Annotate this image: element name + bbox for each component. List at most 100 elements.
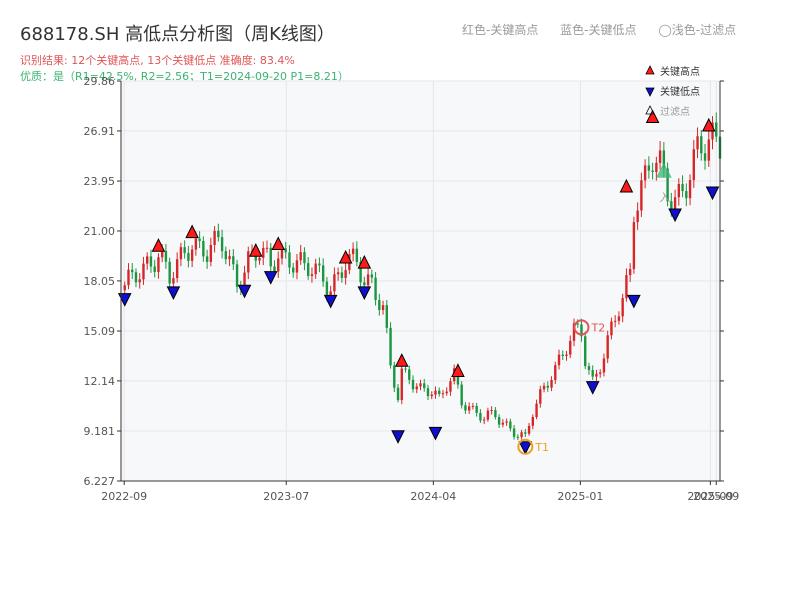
y-tick-label: 6.227: [84, 475, 116, 488]
candle-body: [595, 373, 598, 377]
candle-body: [647, 165, 651, 171]
candle-body: [265, 247, 269, 249]
candle-body: [535, 403, 538, 418]
candle-body: [554, 365, 557, 380]
candle-body: [449, 381, 452, 392]
candle-body: [655, 162, 658, 173]
candle-body: [224, 251, 228, 260]
candle-body: [183, 247, 186, 254]
candle-body: [202, 240, 205, 257]
candle-body: [146, 256, 149, 264]
x-tick-label: 2022-09: [101, 490, 147, 503]
candle-body: [381, 305, 385, 311]
candle-body: [490, 410, 493, 412]
legend-low-label: 关键低点: [660, 85, 700, 98]
x-tick-label: 2025-09: [693, 490, 739, 503]
candle-body: [333, 274, 336, 292]
candle-body: [321, 265, 325, 282]
candle-body: [606, 335, 609, 359]
candle-body: [685, 191, 688, 199]
legend-high-icon: [645, 65, 655, 75]
candle-body: [400, 368, 403, 401]
candle-body: [688, 180, 692, 199]
y-tick-label: 9.181: [84, 425, 116, 438]
candle-body: [482, 419, 486, 421]
candle-body: [494, 410, 497, 418]
candle-body: [404, 368, 407, 370]
candle-body: [542, 385, 546, 390]
candle-body: [441, 393, 445, 395]
candle-body: [232, 256, 235, 265]
candle-body: [651, 170, 654, 173]
candle-body: [707, 139, 710, 161]
candle-body: [715, 122, 718, 137]
candle-body: [625, 275, 628, 299]
candle-body: [131, 269, 134, 273]
candle-body: [142, 263, 145, 280]
candle-body: [576, 323, 579, 325]
candle-body: [505, 421, 508, 423]
candle-body: [610, 321, 613, 336]
candle-body: [445, 391, 448, 394]
candle-body: [273, 266, 276, 272]
candle-body: [516, 436, 520, 438]
x-tick-label: 2023-07: [263, 490, 309, 503]
candle-body: [363, 282, 366, 286]
candle-body: [599, 372, 602, 374]
candle-body: [303, 252, 306, 264]
candle-body: [378, 300, 381, 311]
candle-body: [670, 201, 673, 209]
candle-body: [374, 277, 377, 301]
y-tick-label: 12.14: [84, 375, 116, 388]
candle-body: [134, 272, 138, 283]
candle-body: [673, 197, 677, 209]
candle-body: [366, 274, 370, 286]
candle-body: [160, 251, 164, 258]
candle-body: [419, 383, 422, 387]
candle-body: [524, 432, 527, 434]
candle-body: [438, 390, 441, 395]
candle-body: [168, 261, 171, 284]
y-tick-label: 15.09: [84, 325, 116, 338]
x-tick-label: 2024-04: [410, 490, 456, 503]
candle-body: [262, 248, 265, 258]
candle-body: [640, 180, 643, 211]
candle-body: [546, 385, 549, 388]
candle-body: [426, 388, 430, 397]
candle-body: [527, 425, 531, 434]
candle-body: [172, 278, 175, 284]
y-tick-label: 23.95: [84, 175, 116, 188]
candle-body: [336, 272, 340, 275]
candle-body: [479, 412, 482, 421]
candle-body: [295, 260, 299, 273]
candle-body: [636, 210, 639, 223]
y-tick-label: 26.91: [84, 125, 116, 138]
candle-body: [277, 258, 280, 272]
candle-body: [408, 369, 411, 380]
candle-body: [318, 263, 321, 266]
candle-body: [190, 249, 194, 261]
candle-body: [520, 432, 523, 438]
candle-body: [411, 379, 415, 390]
candle-body: [153, 266, 156, 272]
candle-body: [658, 150, 662, 163]
candle-body: [497, 417, 501, 425]
candle-body: [325, 281, 329, 296]
candle-body: [557, 354, 561, 366]
candle-body: [175, 259, 179, 279]
candle-body: [247, 251, 250, 273]
y-tick-label: 29.86: [84, 75, 116, 88]
candle-body: [467, 406, 471, 411]
candle-body: [205, 256, 209, 262]
candle-body: [464, 405, 467, 411]
candle-body: [700, 136, 703, 154]
candle-body: [460, 384, 463, 406]
candle-body: [696, 136, 699, 150]
candle-body: [370, 274, 374, 278]
candle-body: [681, 183, 684, 192]
y-tick-label: 21.00: [84, 225, 116, 238]
candle-body: [617, 316, 621, 321]
candle-body: [509, 421, 512, 429]
candle-body: [584, 336, 587, 367]
candle-body: [613, 320, 617, 322]
